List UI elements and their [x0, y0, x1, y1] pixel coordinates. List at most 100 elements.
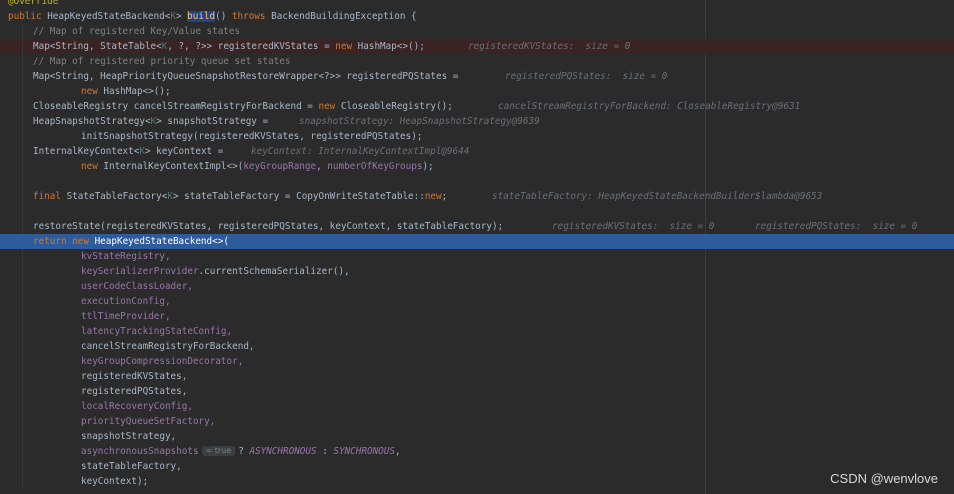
code-line: snapshotStrategy, — [0, 429, 954, 444]
inline-debug-value: registeredPQStates: size = 0 — [505, 71, 668, 82]
argument: userCodeClassLoader, — [81, 281, 193, 292]
code-line: registeredKVStates, — [0, 369, 954, 384]
code-line: priorityQueueSetFactory, — [0, 414, 954, 429]
method-name-build[interactable]: build — [187, 11, 216, 22]
indent-guide — [22, 54, 23, 69]
argument: priorityQueueSetFactory, — [81, 416, 216, 427]
indent-guide — [22, 444, 23, 459]
code-line: HeapSnapshotStrategy<K> snapshotStrategy… — [0, 114, 954, 129]
code-line: localRecoveryConfig, — [0, 399, 954, 414]
argument: cancelStreamRegistryForBackend, — [81, 341, 255, 352]
indent-guide — [22, 144, 23, 159]
comment: // Map of registered Key/Value states — [33, 26, 241, 37]
argument: ttlTimeProvider, — [81, 311, 171, 322]
indent-guide — [22, 459, 23, 474]
comment: // Map of registered priority queue set … — [33, 56, 291, 67]
code-line: kvStateRegistry, — [0, 249, 954, 264]
annotation-override: @Override — [8, 0, 59, 7]
argument: keyContext); — [81, 476, 149, 487]
argument: latencyTrackingStateConfig, — [81, 326, 233, 337]
indent-guide — [22, 279, 23, 294]
code-line-blank — [0, 204, 954, 219]
inline-debug-value: cancelStreamRegistryForBackend: Closeabl… — [498, 101, 801, 112]
inline-debug-value: stateTableFactory: HeapKeyedStateBackend… — [492, 191, 823, 202]
argument: keyGroupCompressionDecorator, — [81, 356, 244, 367]
code-line: final StateTableFactory<K> stateTableFac… — [0, 189, 954, 204]
code-line: latencyTrackingStateConfig, — [0, 324, 954, 339]
indent-guide — [22, 309, 23, 324]
code-line: Map<String, HeapPriorityQueueSnapshotRes… — [0, 69, 954, 84]
statement: CloseableRegistry cancelStreamRegistryFo… — [33, 101, 453, 112]
code-line: keySerializerProvider.currentSchemaSeria… — [0, 264, 954, 279]
code-line: restoreState(registeredKVStates, registe… — [0, 219, 954, 234]
indent-guide — [22, 324, 23, 339]
indent-guide — [22, 99, 23, 114]
method-signature: public HeapKeyedStateBackend<K> build() … — [8, 11, 417, 22]
code-line: new HashMap<>(); — [0, 84, 954, 99]
code-line: public HeapKeyedStateBackend<K> build() … — [0, 9, 954, 24]
code-line: userCodeClassLoader, — [0, 279, 954, 294]
indent-guide — [22, 39, 23, 54]
code-line: keyContext); — [0, 474, 954, 489]
statement: InternalKeyContext<K> keyContext = — [33, 146, 229, 157]
indent-guide — [22, 399, 23, 414]
indent-guide — [22, 264, 23, 279]
indent-guide — [22, 474, 23, 489]
code-line: stateTableFactory, — [0, 459, 954, 474]
indent-guide — [22, 339, 23, 354]
indent-guide — [22, 204, 23, 219]
inline-debug-value: registeredPQStates: size = 0 — [755, 221, 918, 232]
code-line: executionConfig, — [0, 294, 954, 309]
argument: snapshotStrategy, — [81, 431, 177, 442]
code-editor[interactable]: @Override public HeapKeyedStateBackend<K… — [0, 0, 954, 494]
indent-guide — [22, 384, 23, 399]
inline-debug-value: snapshotStrategy: HeapSnapshotStrategy@9… — [299, 116, 540, 127]
argument: asynchronousSnapshots = true? ASYNCHRONOU… — [81, 446, 401, 457]
statement: final StateTableFactory<K> stateTableFac… — [33, 191, 448, 202]
code-line: ttlTimeProvider, — [0, 309, 954, 324]
inline-debug-value: registeredKVStates: size = 0 — [552, 221, 715, 232]
argument: stateTableFactory, — [81, 461, 182, 472]
current-execution-line: return new HeapKeyedStateBackend<>( — [0, 234, 954, 249]
argument-call: .currentSchemaSerializer(), — [198, 266, 350, 277]
argument: kvStateRegistry, — [81, 251, 171, 262]
code-line: CloseableRegistry cancelStreamRegistryFo… — [0, 99, 954, 114]
code-line: registeredPQStates, — [0, 384, 954, 399]
code-line: InternalKeyContext<K> keyContext = keyCo… — [0, 144, 954, 159]
inline-debug-value: keyContext: InternalKeyContextImpl@9644 — [251, 146, 470, 157]
indent-guide — [22, 294, 23, 309]
indent-guide — [22, 174, 23, 189]
argument: localRecoveryConfig, — [81, 401, 193, 412]
code-line: cancelStreamRegistryForBackend, — [0, 339, 954, 354]
argument: registeredPQStates, — [81, 386, 188, 397]
code-line: asynchronousSnapshots = true? ASYNCHRONOU… — [0, 444, 954, 459]
argument: executionConfig, — [81, 296, 171, 307]
code-line: @Override — [0, 0, 954, 9]
statement: new HashMap<>(); — [81, 86, 171, 97]
indent-guide — [22, 84, 23, 99]
indent-guide — [22, 114, 23, 129]
code-line: new InternalKeyContextImpl<>(keyGroupRan… — [0, 159, 954, 174]
code-line-breakpoint: Map<String, StateTable<K, ?, ?>> registe… — [0, 39, 954, 54]
statement: Map<String, StateTable<K, ?, ?>> registe… — [33, 41, 425, 52]
return-statement: return new HeapKeyedStateBackend<>( — [33, 236, 229, 247]
inline-debug-value: registeredKVStates: size = 0 — [468, 41, 631, 52]
indent-guide — [22, 354, 23, 369]
indent-guide — [22, 129, 23, 144]
code-line-blank — [0, 174, 954, 189]
code-line: // Map of registered priority queue set … — [0, 54, 954, 69]
indent-guide — [22, 429, 23, 444]
argument: keySerializerProvider.currentSchemaSeria… — [81, 264, 350, 279]
watermark-text: CSDN @wenvlove — [830, 471, 938, 486]
statement: initSnapshotStrategy(registeredKVStates,… — [81, 131, 423, 142]
code-line: keyGroupCompressionDecorator, — [0, 354, 954, 369]
argument: registeredKVStates, — [81, 371, 188, 382]
indent-guide — [22, 24, 23, 39]
indent-guide — [22, 219, 23, 234]
indent-guide — [22, 189, 23, 204]
indent-guide — [22, 369, 23, 384]
statement: new InternalKeyContextImpl<>(keyGroupRan… — [81, 161, 434, 172]
statement: restoreState(registeredKVStates, registe… — [33, 221, 504, 232]
code-line: initSnapshotStrategy(registeredKVStates,… — [0, 129, 954, 144]
indent-guide — [22, 414, 23, 429]
